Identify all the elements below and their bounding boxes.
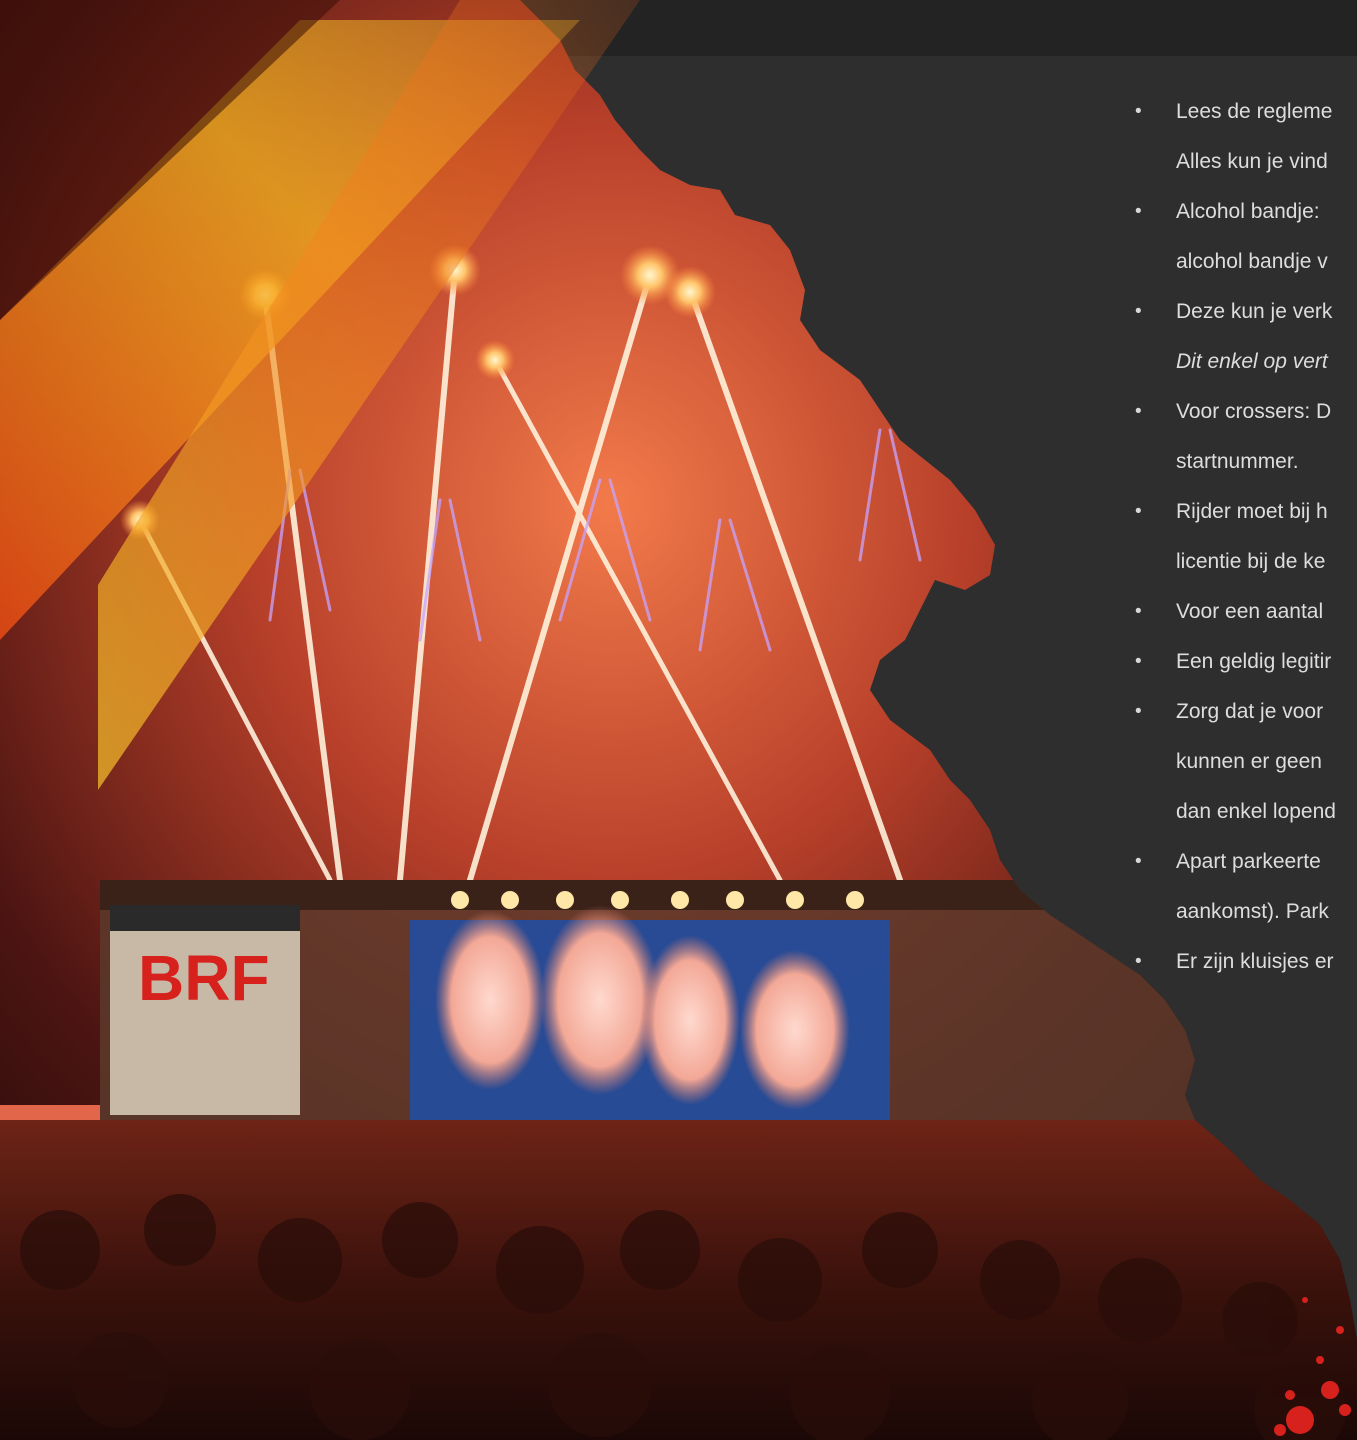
list-item-text: alcohol bandje v [1176,250,1328,273]
list-item-text: Er zijn kluisjes er [1176,950,1334,973]
list-item-text: licentie bij de ke [1176,550,1326,573]
list-item-text: kunnen er geen [1176,750,1322,773]
bullet-list: • Lees de regleme Alles kun je vind • Al… [1135,90,1357,990]
svg-text:BRF: BRF [138,942,270,1014]
bullet-icon: • [1135,601,1142,622]
bullet-icon: • [1135,851,1142,872]
list-item-text: aankomst). Park [1176,900,1329,923]
list-item-text: Alles kun je vind [1176,150,1328,173]
bullet-icon: • [1135,401,1142,422]
list-item: • Voor crossers: D startnummer. [1135,390,1357,490]
bullet-icon: • [1135,501,1142,522]
list-item-text: dan enkel lopend [1176,800,1336,823]
list-item: • Er zijn kluisjes er [1135,940,1357,990]
list-item-text: Een geldig legitir [1176,650,1332,673]
list-item: • Lees de regleme Alles kun je vind [1135,90,1357,190]
list-item-text: Voor een aantal [1176,600,1324,623]
list-item: • Alcohol bandje: alcohol bandje v [1135,190,1357,290]
bullet-icon: • [1135,701,1142,722]
list-item-text-italic: Dit enkel op vert [1176,350,1328,373]
bullet-icon: • [1135,101,1142,122]
list-item: • Voor een aantal [1135,590,1357,640]
bullet-icon: • [1135,301,1142,322]
list-item-text: Apart parkeerte [1176,850,1321,873]
list-item: • Deze kun je verk Dit enkel op vert [1135,290,1357,390]
list-item-text: Zorg dat je voor [1176,700,1324,723]
list-item-text: Rijder moet bij h [1176,500,1328,523]
list-item-text: Lees de regleme [1176,100,1333,123]
list-item-text: Deze kun je verk [1176,300,1333,323]
slide-page: BRF • Lees de regleme Alles kun je vind … [0,0,1357,1440]
list-item: • Apart parkeerte aankomst). Park [1135,840,1357,940]
list-item-text: Alcohol bandje: [1176,200,1320,223]
bullet-icon: • [1135,651,1142,672]
list-item: • Rijder moet bij h licentie bij de ke [1135,490,1357,590]
list-item: • Een geldig legitir [1135,640,1357,690]
list-item: • Zorg dat je voor kunnen er geen dan en… [1135,690,1357,840]
list-item-text: Voor crossers: D [1176,400,1332,423]
bullet-icon: • [1135,201,1142,222]
list-item-text: startnummer. [1176,450,1299,473]
bullet-icon: • [1135,951,1142,972]
